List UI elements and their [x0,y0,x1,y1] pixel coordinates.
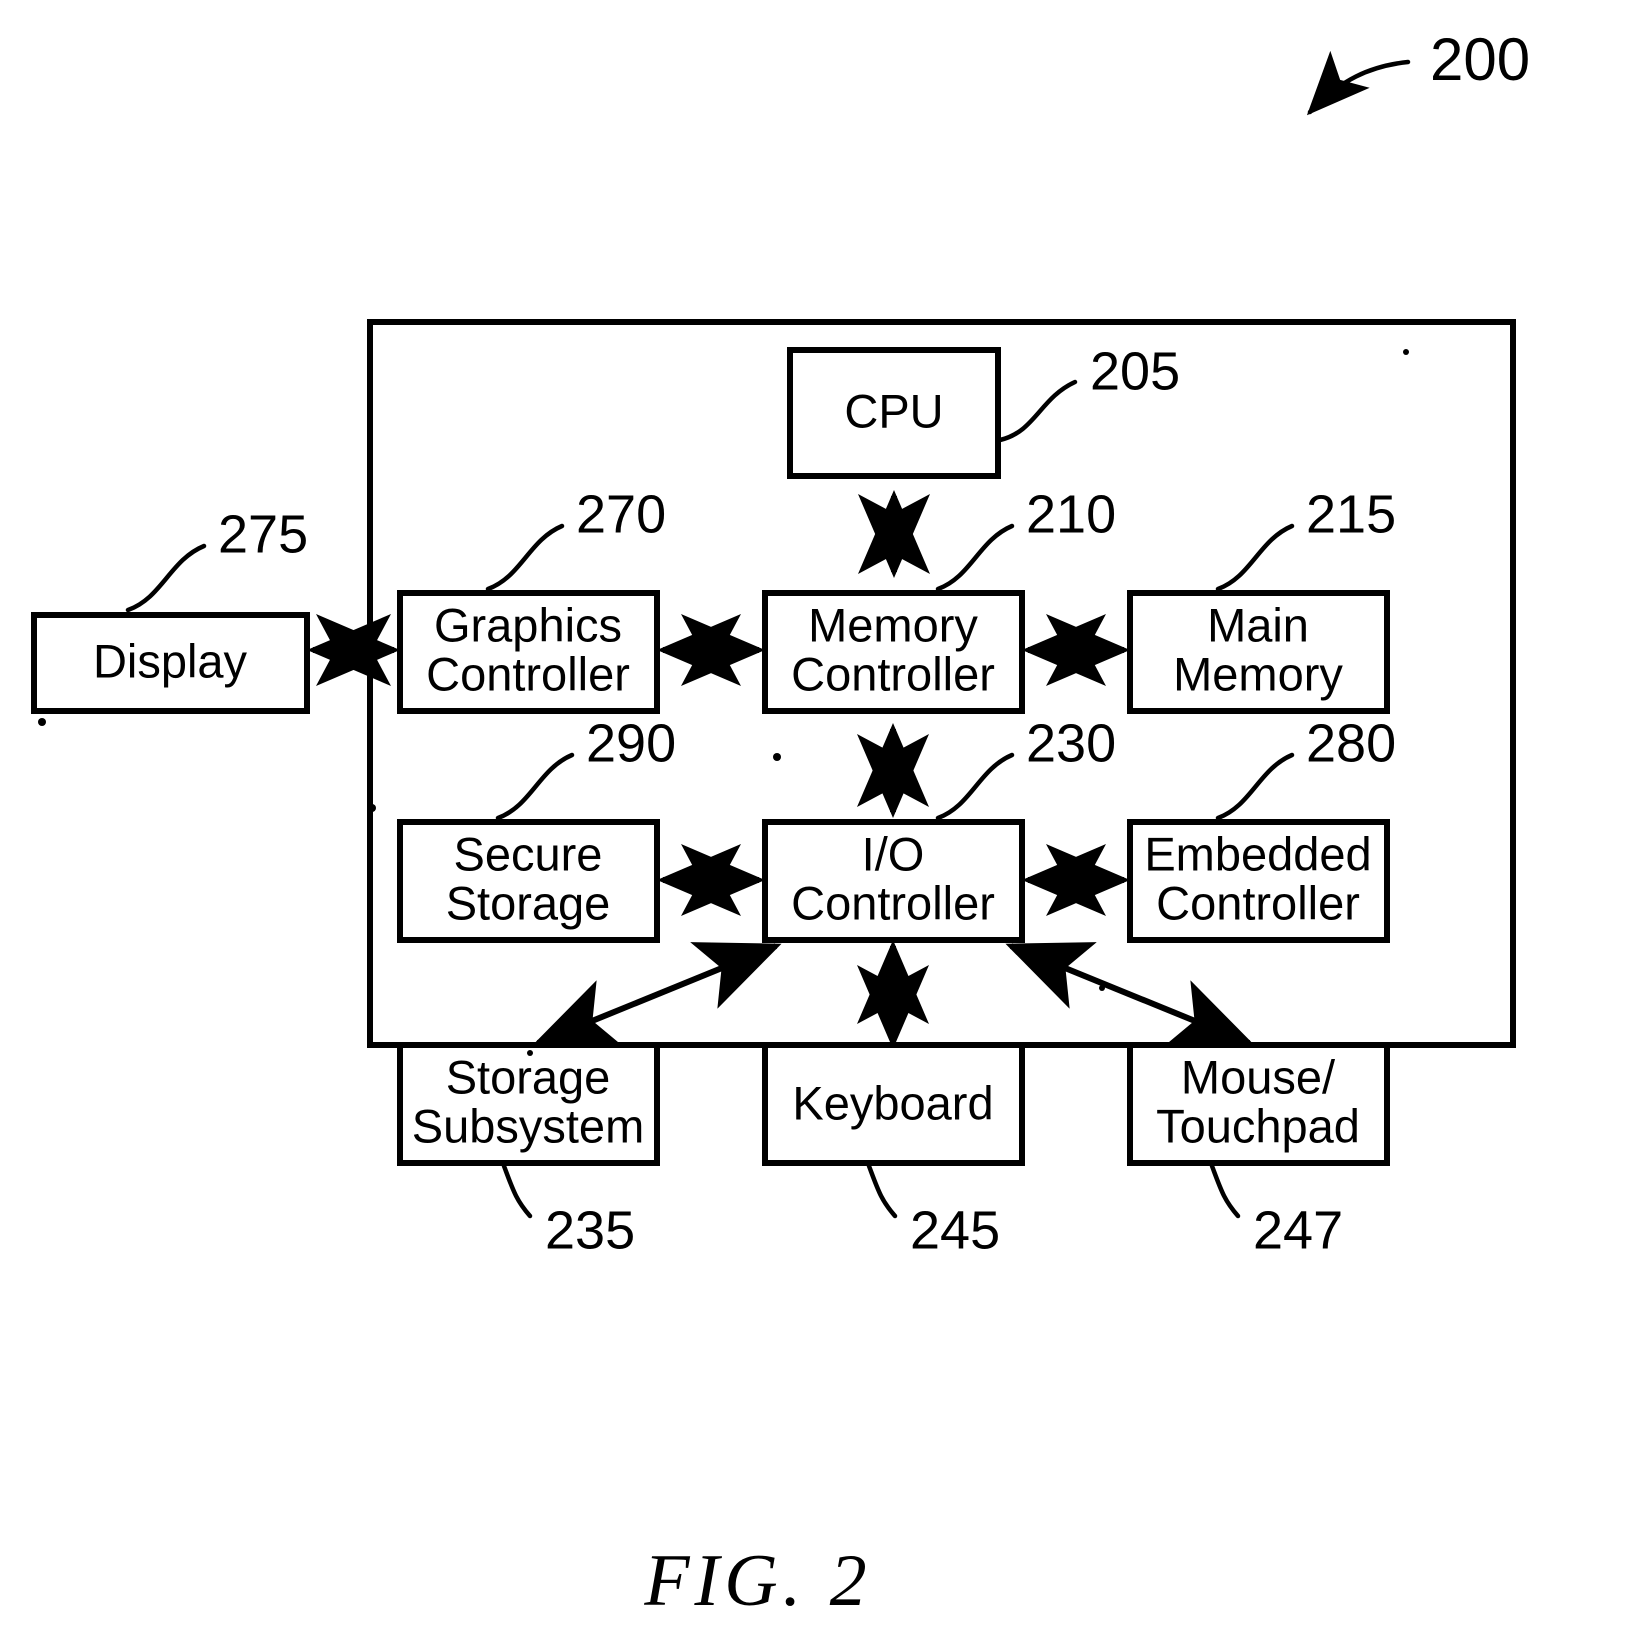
embedded-controller-ref-number: 280 [1306,713,1396,773]
patent-figure: 200 CPU 205 Display 275 Graphics Control… [0,0,1625,1651]
mouse-touchpad-label-line2: Touchpad [1156,1099,1360,1152]
mouse-touchpad-label-line1: Mouse/ [1181,1050,1336,1103]
block-keyboard: Keyboard 245 [762,1042,1025,1260]
keyboard-leader-line [866,1163,898,1219]
scan-speck [38,718,46,726]
system-block-diagram: 200 CPU 205 Display 275 Graphics Control… [31,26,1530,1622]
main-memory-label-line1: Main [1207,598,1309,651]
main-memory-ref-number: 215 [1306,484,1396,544]
graphics-controller-ref-number: 270 [576,484,666,544]
display-leader-line [125,543,207,613]
storage-subsystem-leader-line [501,1163,533,1219]
scan-speck [527,1050,533,1056]
system-ref-callout: 200 [1306,26,1530,116]
graphics-controller-label-line1: Graphics [434,598,622,651]
storage-subsystem-label-line1: Storage [446,1050,611,1103]
system-leader-arrow [1306,50,1411,116]
embedded-controller-label-line1: Embedded [1144,827,1371,880]
cpu-ref-number: 205 [1090,341,1180,401]
secure-storage-label-line2: Storage [446,876,611,929]
main-memory-label-line2: Memory [1173,647,1343,700]
scan-speck [368,804,376,812]
embedded-controller-label-line2: Controller [1156,876,1360,929]
keyboard-ref-number: 245 [910,1200,1000,1260]
main-memory-leader-line [1215,523,1295,592]
scan-speck [1099,985,1105,991]
scan-speck [773,753,781,761]
display-label: Display [93,634,248,687]
cpu-leader-line [997,379,1078,443]
block-mouse-touchpad: Mouse/ Touchpad 247 [1127,1042,1390,1260]
io-controller-ref-number: 230 [1026,713,1116,773]
block-display: Display 275 [31,504,310,714]
block-memory-controller: Memory Controller 210 [762,484,1116,714]
block-io-controller: I/O Controller 230 [762,713,1116,943]
cpu-label: CPU [844,384,943,437]
mouse-touchpad-leader-line [1209,1163,1241,1219]
io-controller-label-line2: Controller [791,876,995,929]
graphics-controller-leader-line [485,523,565,592]
connector-io-mouse-touchpad [1005,942,1255,1047]
secure-storage-ref-number: 290 [586,713,676,773]
display-ref-number: 275 [218,504,308,564]
memory-controller-label-line2: Controller [791,647,995,700]
block-cpu: CPU 205 [787,341,1180,479]
graphics-controller-label-line2: Controller [426,647,630,700]
io-controller-leader-line [935,752,1015,821]
secure-storage-leader-line [495,752,575,821]
storage-subsystem-label-line2: Subsystem [412,1099,644,1152]
memory-controller-leader-line [935,523,1015,592]
keyboard-label: Keyboard [792,1076,993,1129]
connector-io-storage-subsystem [532,942,782,1047]
block-storage-subsystem: Storage Subsystem 235 [397,1042,660,1260]
scan-speck [1403,349,1409,355]
mouse-touchpad-ref-number: 247 [1253,1200,1343,1260]
embedded-controller-leader-line [1215,752,1295,821]
storage-subsystem-ref-number: 235 [545,1200,635,1260]
block-graphics-controller: Graphics Controller 270 [397,484,666,714]
block-secure-storage: Secure Storage 290 [397,713,676,943]
memory-controller-ref-number: 210 [1026,484,1116,544]
block-embedded-controller: Embedded Controller 280 [1127,713,1396,943]
memory-controller-label-line1: Memory [808,598,978,651]
system-ref-number: 200 [1430,26,1530,93]
figure-caption: FIG. 2 [643,1540,871,1622]
secure-storage-label-line1: Secure [454,827,603,880]
io-controller-label-line1: I/O [862,827,925,880]
block-main-memory: Main Memory 215 [1127,484,1396,714]
